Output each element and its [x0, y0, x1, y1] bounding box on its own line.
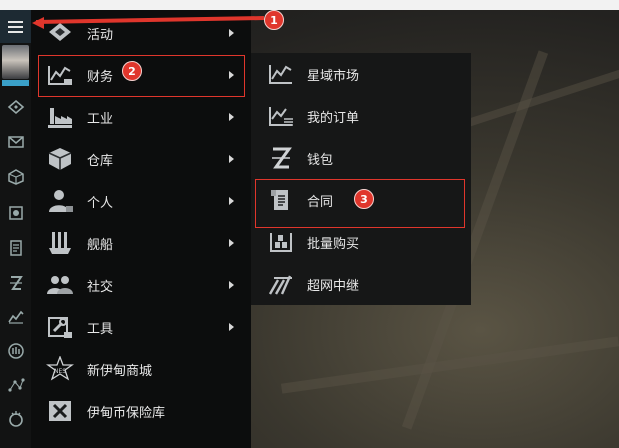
chevron-right-icon	[229, 155, 234, 163]
window-top-strip	[0, 0, 619, 10]
market-chart-icon	[267, 61, 295, 87]
annotation-badge-3: 3	[354, 189, 374, 209]
menu-item-label: 工具	[87, 321, 114, 337]
hamburger-line	[8, 25, 23, 28]
person-icon	[45, 187, 75, 215]
submenu-item-label: 超网中继	[307, 278, 360, 294]
chevron-right-icon	[229, 239, 234, 247]
menu-item-social[interactable]: 社交	[31, 264, 251, 306]
industry-factory-icon	[45, 103, 75, 131]
wallet-isk-icon	[267, 145, 295, 171]
character-portrait[interactable]	[2, 45, 29, 79]
rail-map-icon[interactable]	[0, 370, 31, 400]
rail-inventory-icon[interactable]	[0, 162, 31, 192]
annotation-badge-2: 2	[122, 61, 142, 81]
rail-agency-icon[interactable]	[0, 198, 31, 228]
contract-scroll-icon	[267, 187, 295, 213]
submenu-item-wallet[interactable]: 钱包	[251, 137, 471, 179]
rail-fitting-icon[interactable]	[0, 404, 31, 434]
social-people-icon	[45, 271, 75, 299]
chevron-right-icon	[229, 71, 234, 79]
rail-mail-icon[interactable]	[0, 127, 31, 157]
tools-icon	[45, 313, 75, 341]
submenu-item-label: 批量购买	[307, 236, 360, 252]
menu-item-label: 伊甸币保险库	[87, 405, 166, 421]
submenu-item-hypernet-relay[interactable]: 超网中继	[251, 263, 471, 305]
warehouse-cube-icon	[45, 145, 75, 173]
chevron-right-icon	[229, 113, 234, 121]
menu-item-tools[interactable]: 工具	[31, 306, 251, 348]
menu-item-label: 仓库	[87, 153, 114, 169]
chevron-right-icon	[229, 197, 234, 205]
submenu-item-label: 合同	[307, 194, 334, 210]
rail-wallet-icon[interactable]	[0, 268, 31, 298]
menu-item-warehouse[interactable]: 仓库	[31, 138, 251, 180]
menu-item-label: 活动	[87, 27, 114, 43]
menu-item-label: 新伊甸商城	[87, 363, 153, 379]
menu-button[interactable]	[0, 10, 31, 43]
chevron-right-icon	[229, 29, 234, 37]
finance-chart-icon	[45, 61, 75, 89]
menu-item-ships[interactable]: 舰船	[31, 222, 251, 264]
menu-item-plex-vault[interactable]: 伊甸币保险库	[31, 390, 251, 432]
submenu-item-label: 钱包	[307, 152, 334, 168]
hamburger-line	[8, 30, 23, 33]
hypernet-relay-icon	[267, 271, 295, 297]
chevron-right-icon	[229, 323, 234, 331]
menu-item-industry[interactable]: 工业	[31, 96, 251, 138]
menu-item-label: 财务	[87, 69, 114, 85]
svg-text:NES: NES	[54, 368, 66, 375]
menu-item-label: 工业	[87, 111, 114, 127]
annotation-badge-1: 1	[264, 10, 284, 30]
hamburger-line	[8, 20, 23, 23]
menu-item-label: 舰船	[87, 237, 114, 253]
menu-item-label: 个人	[87, 195, 114, 211]
menu-item-label: 社交	[87, 279, 114, 295]
submenu-item-label: 我的订单	[307, 110, 360, 126]
chevron-right-icon	[229, 281, 234, 289]
main-menu-panel: 活动 财务 工业 仓库 个人 舰船 社交 工具 NES 新伊甸商城 伊甸币保险库	[31, 10, 251, 448]
orders-chart-icon	[267, 103, 295, 129]
finance-submenu-panel: 星域市场 我的订单 钱包 合同 批量购买 超网中继	[251, 53, 471, 305]
rail-market-icon[interactable]	[0, 302, 31, 332]
nes-store-icon: NES	[45, 355, 75, 383]
bulk-buy-icon	[267, 229, 295, 255]
submenu-item-label: 星域市场	[307, 68, 360, 84]
rail-industry-icon[interactable]	[0, 336, 31, 366]
menu-item-nes-store[interactable]: NES 新伊甸商城	[31, 348, 251, 390]
submenu-item-regional-market[interactable]: 星域市场	[251, 53, 471, 95]
plex-vault-icon	[45, 397, 75, 425]
ship-icon	[45, 229, 75, 257]
rail-activity-icon[interactable]	[0, 92, 31, 122]
character-status-bar	[2, 80, 29, 86]
annotation-arrow-head	[32, 17, 44, 29]
menu-item-personal[interactable]: 个人	[31, 180, 251, 222]
submenu-item-my-orders[interactable]: 我的订单	[251, 95, 471, 137]
submenu-item-bulk-buy[interactable]: 批量购买	[251, 221, 471, 263]
rail-contract-icon[interactable]	[0, 233, 31, 263]
